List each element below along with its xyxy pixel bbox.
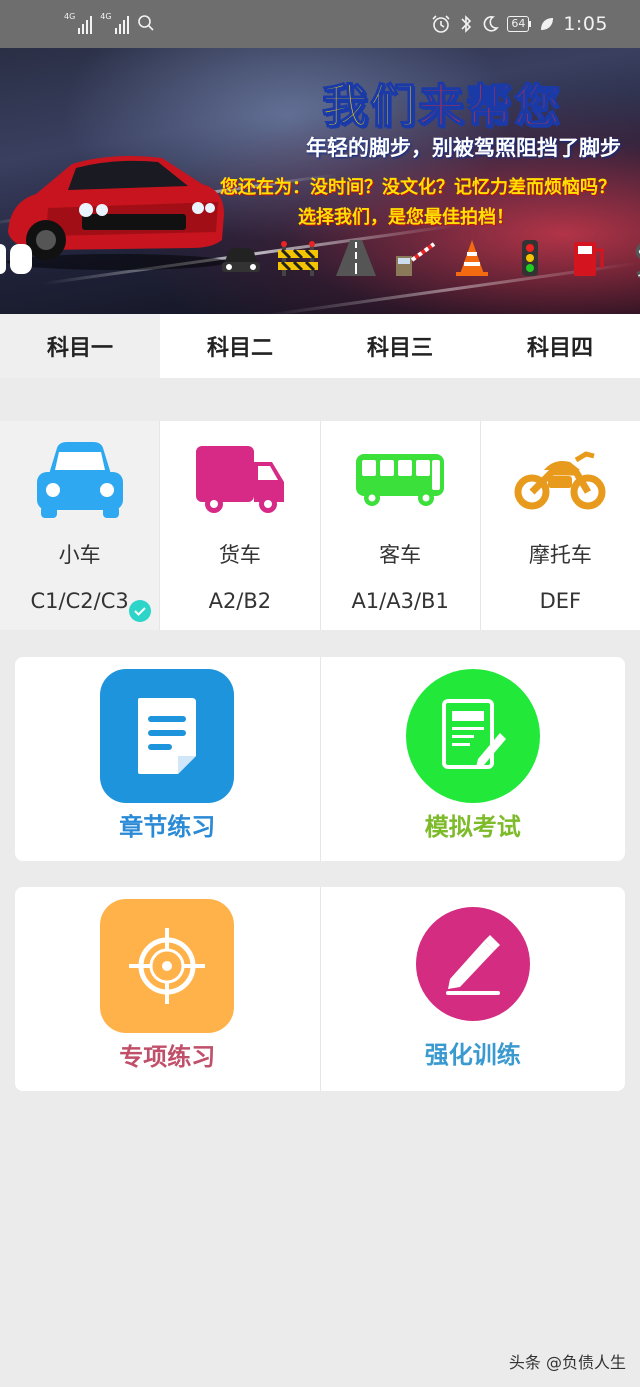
tab-subject-2[interactable]: 科目二: [160, 314, 320, 378]
road-barrier-icon: [278, 241, 318, 276]
banner-line-2: 您还在为：没时间？没文化？记忆力差而烦恼吗？: [220, 177, 616, 198]
vehicle-type-selector: 小车 C1/C2/C3 货车 A2/B2 客车 A1/A3/B1 摩托车 DEF: [0, 421, 640, 630]
traffic-cone-icon: [456, 240, 488, 276]
document-icon: [138, 698, 197, 774]
license-class: A2/B2: [208, 589, 272, 613]
road-icon: [336, 240, 376, 276]
subject-tabs: 科目一 科目二 科目三 科目四: [0, 314, 640, 378]
banner-subtitle: 年轻的脚步，别被驾照阻挡了脚步: [306, 136, 621, 160]
watermark: 头条 @负债人生: [508, 1353, 626, 1372]
tab-subject-4[interactable]: 科目四: [480, 314, 640, 378]
intensive-training-button[interactable]: 强化训练: [321, 887, 626, 1091]
signal-indicators: 4G 4G: [64, 12, 155, 34]
mock-exam-label: 模拟考试: [424, 813, 521, 841]
practice-menu-card-1: 章节练习 模拟考试: [15, 657, 625, 861]
fuel-pump-icon: [574, 242, 604, 276]
toll-gate-icon: [396, 242, 436, 276]
status-icons: 64 1:05: [431, 12, 608, 36]
vehicle-option-car[interactable]: 小车 C1/C2/C3: [0, 421, 161, 630]
intensive-training-tile: [415, 907, 530, 1021]
truck-icon: [195, 446, 284, 513]
chapter-practice-button[interactable]: 章节练习: [15, 657, 321, 861]
sports-car-image: [7, 156, 227, 270]
chapter-practice-label: 章节练习: [119, 813, 216, 841]
vehicle-option-motorcycle[interactable]: 摩托车 DEF: [481, 421, 640, 630]
leaf-icon: [541, 18, 554, 30]
motorcycle-icon: [514, 451, 606, 510]
battery-level: 64: [507, 16, 530, 32]
pen-icon: [445, 935, 500, 995]
vehicle-name: 小车: [58, 543, 101, 567]
signal-strength-icon: 4G: [64, 12, 93, 34]
vehicle-option-truck[interactable]: 货车 A2/B2: [160, 421, 321, 630]
vehicle-name: 摩托车: [528, 543, 592, 567]
clock: 1:05: [563, 13, 608, 35]
selected-check-icon: [129, 600, 152, 622]
mock-exam-button[interactable]: 模拟考试: [321, 657, 626, 861]
practice-menu-card-2: 专项练习 强化训练: [15, 887, 625, 1091]
alarm-icon: [432, 15, 450, 33]
license-class: A1/A3/B1: [351, 589, 449, 613]
banner-line-3: 选择我们，是您最佳拍档！: [298, 207, 514, 228]
vehicle-option-bus[interactable]: 客车 A1/A3/B1: [321, 421, 481, 630]
bus-icon: [356, 454, 445, 506]
search-icon: [137, 15, 154, 31]
exam-icon: [441, 699, 506, 769]
traffic-icons-row: [218, 238, 640, 278]
intensive-training-label: 强化训练: [424, 1041, 521, 1069]
car-front-icon: [222, 248, 260, 272]
promo-banner[interactable]: 我们来帮您 年轻的脚步，别被驾照阻挡了脚步 您还在为：没时间？没文化？记忆力差而…: [0, 48, 640, 314]
special-practice-button[interactable]: 专项练习: [15, 887, 321, 1091]
special-practice-tile: [100, 899, 235, 1033]
tab-subject-1[interactable]: 科目一: [0, 314, 160, 378]
winding-road-icon: [635, 243, 640, 278]
mock-exam-tile: [405, 669, 540, 803]
network-type-label-2: 4G: [100, 12, 112, 21]
tab-subject-3[interactable]: 科目三: [320, 314, 480, 378]
carousel-indicator: [0, 244, 32, 274]
chapter-practice-tile: [100, 669, 235, 803]
network-type-label: 4G: [64, 12, 76, 21]
special-practice-label: 专项练习: [119, 1043, 216, 1071]
moon-icon: [483, 16, 500, 32]
bluetooth-icon: [461, 15, 472, 33]
signal-strength-icon-2: 4G: [100, 12, 129, 34]
traffic-light-icon: [522, 240, 538, 276]
battery-icon: 64: [507, 16, 532, 32]
license-class: C1/C2/C3: [30, 589, 129, 613]
banner-title: 我们来帮您: [321, 78, 562, 134]
status-bar: 4G 4G 64 1:05: [0, 0, 640, 48]
license-class: DEF: [539, 589, 582, 613]
vehicle-name: 客车: [379, 543, 422, 567]
target-icon: [129, 928, 206, 1004]
car-icon: [36, 442, 123, 518]
vehicle-name: 货车: [218, 543, 261, 567]
